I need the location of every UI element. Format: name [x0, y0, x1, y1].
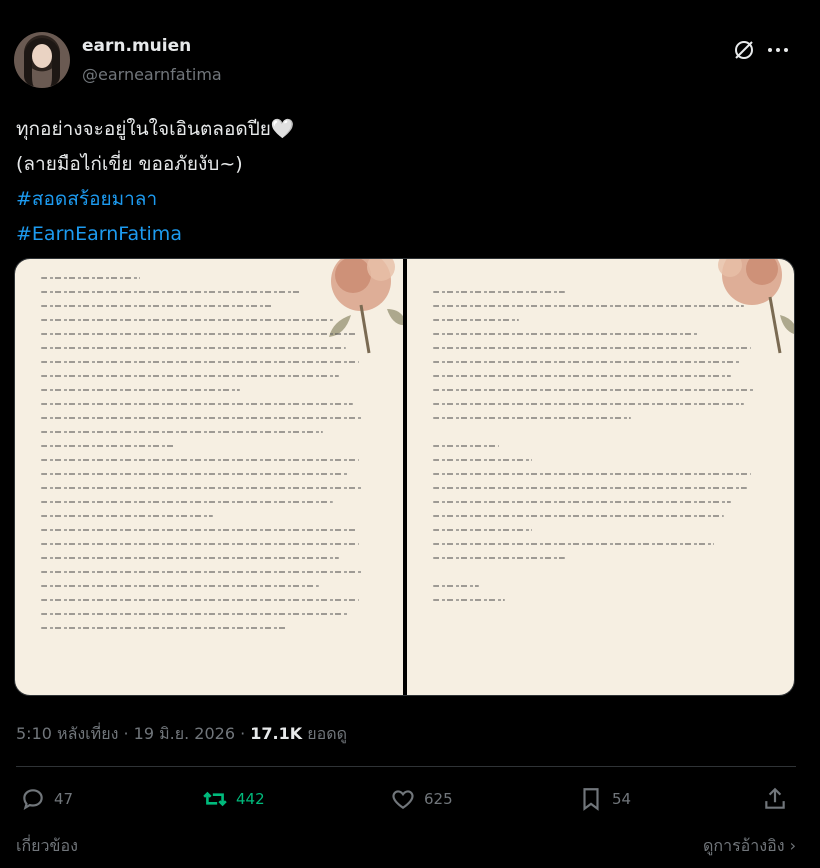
separator-dot: ·: [240, 724, 251, 743]
share-icon: [765, 787, 785, 809]
action-bar: 47 442 625 54: [16, 786, 796, 822]
post-header: earn.muien @earnearnfatima: [14, 32, 806, 92]
view-quotes-link[interactable]: ดูการอ้างอิง ›: [703, 834, 796, 859]
views-label: ยอดดู: [307, 724, 347, 743]
letter-image-right[interactable]: [406, 259, 794, 695]
hashtag-link-2[interactable]: #EarnEarnFatima: [16, 217, 796, 252]
reply-count: 47: [54, 790, 74, 808]
chevron-right-icon: ›: [789, 836, 796, 855]
user-handle[interactable]: @earnearnfatima: [82, 65, 222, 84]
media-attachment[interactable]: [14, 258, 795, 696]
avatar-face: [32, 44, 52, 68]
post-time[interactable]: 5:10 หลังเที่ยง: [16, 724, 118, 743]
share-button[interactable]: [762, 786, 788, 812]
post-text: ทุกอย่างจะอยู่ในใจเอินตลอดปีย🤍 (ลายมือไก…: [16, 112, 796, 252]
like-count: 625: [424, 790, 453, 808]
avatar[interactable]: [14, 32, 70, 88]
repost-count: 442: [236, 790, 265, 808]
hashtag-link-1[interactable]: #สอดสร้อยมาลา: [16, 182, 796, 217]
bookmark-count: 54: [612, 790, 632, 808]
bookmark-button[interactable]: 54: [578, 786, 631, 812]
grok-icon[interactable]: [732, 38, 756, 62]
post-text-line-1: ทุกอย่างจะอยู่ในใจเอินตลอดปีย🤍: [16, 118, 295, 140]
like-icon: [392, 790, 414, 809]
more-icon[interactable]: [768, 44, 792, 56]
repost-button[interactable]: 442: [202, 786, 265, 812]
post-date[interactable]: 19 มิ.ย. 2026: [134, 724, 235, 743]
post-footer: เกี่ยวข้อง ดูการอ้างอิง ›: [16, 832, 796, 860]
reply-button[interactable]: 47: [20, 786, 73, 812]
display-name[interactable]: earn.muien: [82, 36, 191, 56]
handwritten-lines: [432, 277, 765, 613]
reply-icon: [23, 789, 43, 811]
letter-image-left[interactable]: [15, 259, 403, 695]
related-link[interactable]: เกี่ยวข้อง: [16, 834, 78, 859]
retweet-icon: [203, 791, 227, 807]
divider: [16, 766, 796, 767]
like-button[interactable]: 625: [390, 786, 453, 812]
post-metadata: 5:10 หลังเที่ยง · 19 มิ.ย. 2026 · 17.1K …: [16, 722, 347, 747]
handwritten-lines: [41, 277, 373, 641]
separator-dot: ·: [123, 724, 134, 743]
bookmark-icon: [583, 788, 599, 811]
views-count: 17.1K: [250, 724, 303, 743]
post-text-line-2: (ลายมือไก่เขี่ย ขออภัยงับ~): [16, 153, 243, 175]
view-quotes-label: ดูการอ้างอิง: [703, 836, 785, 855]
